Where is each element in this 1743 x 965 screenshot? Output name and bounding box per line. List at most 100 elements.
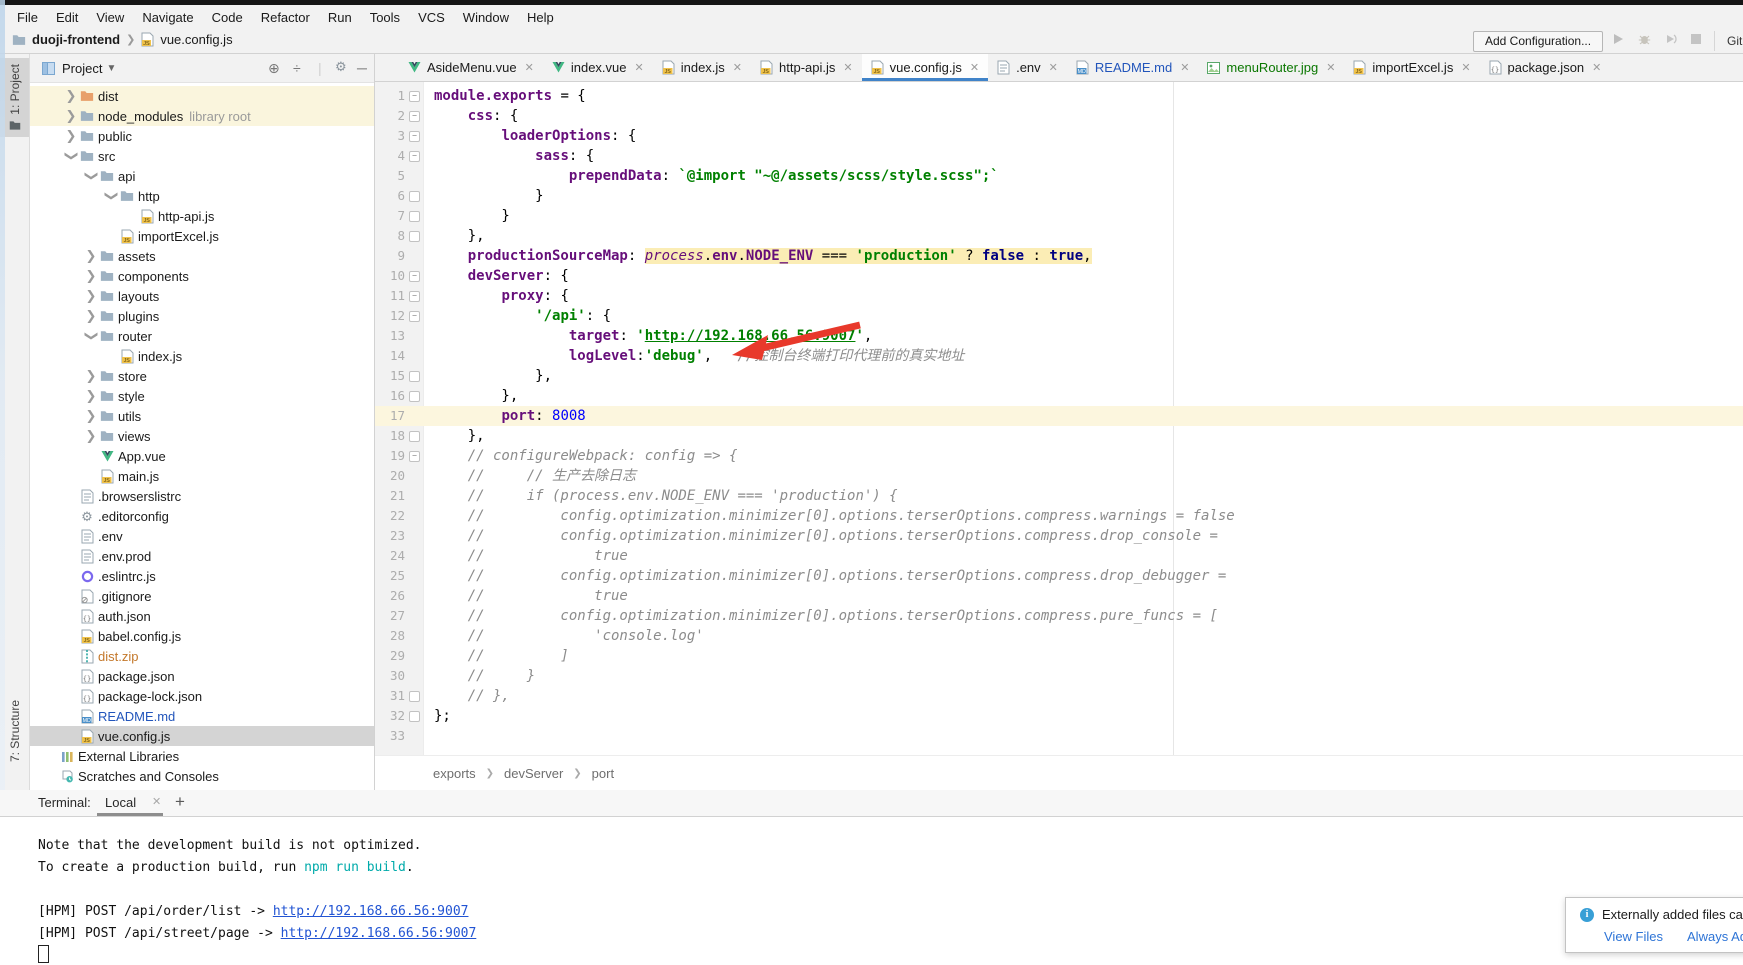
close-icon[interactable]: ✕ <box>1592 61 1601 74</box>
tree-item--env-prod[interactable]: .env.prod <box>30 546 374 566</box>
chevron-collapsed-icon[interactable]: ❯ <box>84 368 98 384</box>
breadcrumb-port[interactable]: port <box>592 766 614 781</box>
breadcrumb-file[interactable]: vue.config.js <box>160 32 232 47</box>
tree-item-importexcel-js[interactable]: JSimportExcel.js <box>30 226 374 246</box>
chevron-expanded-icon[interactable]: ❯ <box>104 188 118 204</box>
tree-item-package-json[interactable]: {}package.json <box>30 666 374 686</box>
notification-action-always-add[interactable]: Always Add <box>1687 929 1743 944</box>
chevron-collapsed-icon[interactable]: ❯ <box>84 288 98 304</box>
code-line-10[interactable]: 10− devServer: { <box>375 266 1743 286</box>
close-icon[interactable]: ✕ <box>525 61 534 74</box>
tree-item--gitignore[interactable]: .gitignore <box>30 586 374 606</box>
menu-vcs[interactable]: VCS <box>409 7 454 28</box>
code-line-9[interactable]: 9 productionSourceMap: process.env.NODE_… <box>375 246 1743 266</box>
code-line-14[interactable]: 14 logLevel:'debug', //控制台终端打印代理前的真实地址 <box>375 346 1743 366</box>
fold-marker-icon[interactable]: − <box>405 106 424 126</box>
editor-tab-vue-config-js[interactable]: JSvue.config.js✕ <box>862 54 988 81</box>
fold-marker-icon[interactable]: − <box>405 86 424 106</box>
menu-code[interactable]: Code <box>203 7 252 28</box>
close-icon[interactable]: ✕ <box>970 61 979 74</box>
editor-tab-importexcel-js[interactable]: JSimportExcel.js✕ <box>1344 54 1479 81</box>
fold-marker-icon[interactable]: − <box>405 446 424 466</box>
tree-item-babel-config-js[interactable]: JSbabel.config.js <box>30 626 374 646</box>
chevron-collapsed-icon[interactable]: ❯ <box>64 108 78 124</box>
close-icon[interactable]: ✕ <box>1461 61 1470 74</box>
code-line-16[interactable]: 16 }, <box>375 386 1743 406</box>
code-line-2[interactable]: 2− css: { <box>375 106 1743 126</box>
tree-item-index-js[interactable]: JSindex.js <box>30 346 374 366</box>
tree-item-api[interactable]: ❯api <box>30 166 374 186</box>
editor-tab-http-api-js[interactable]: JShttp-api.js✕ <box>751 54 862 81</box>
tree-item-layouts[interactable]: ❯layouts <box>30 286 374 306</box>
code-line-15[interactable]: 15 }, <box>375 366 1743 386</box>
new-terminal-icon[interactable]: + <box>175 792 185 812</box>
code-line-24[interactable]: 24 // true <box>375 546 1743 566</box>
code-line-30[interactable]: 30 // } <box>375 666 1743 686</box>
collapse-all-icon[interactable]: ÷ <box>293 60 301 76</box>
chevron-collapsed-icon[interactable]: ❯ <box>84 408 98 424</box>
code-line-6[interactable]: 6 } <box>375 186 1743 206</box>
tree-item-external-libraries[interactable]: External Libraries <box>30 746 374 766</box>
editor-tab-asidemenu-vue[interactable]: AsideMenu.vue✕ <box>399 54 543 81</box>
code-line-11[interactable]: 11− proxy: { <box>375 286 1743 306</box>
menu-navigate[interactable]: Navigate <box>133 7 202 28</box>
close-icon[interactable]: ✕ <box>152 795 161 808</box>
editor-tab-index-vue[interactable]: index.vue✕ <box>543 54 653 81</box>
code-line-20[interactable]: 20 // // 生产去除日志 <box>375 466 1743 486</box>
close-icon[interactable]: ✕ <box>1326 61 1335 74</box>
chevron-collapsed-icon[interactable]: ❯ <box>84 428 98 444</box>
add-configuration-button[interactable]: Add Configuration... <box>1473 31 1603 52</box>
chevron-down-icon[interactable]: ▼ <box>106 63 116 74</box>
editor-tab-package-json[interactable]: {}package.json✕ <box>1480 54 1611 81</box>
run-with-coverage-icon[interactable] <box>1665 33 1677 45</box>
tree-item-vue-config-js[interactable]: JSvue.config.js <box>30 726 374 746</box>
close-icon[interactable]: ✕ <box>1049 61 1058 74</box>
menu-view[interactable]: View <box>87 7 133 28</box>
code-line-22[interactable]: 22 // config.optimization.minimizer[0].o… <box>375 506 1743 526</box>
code-line-28[interactable]: 28 // 'console.log' <box>375 626 1743 646</box>
tree-item-dist-zip[interactable]: dist.zip <box>30 646 374 666</box>
menu-window[interactable]: Window <box>454 7 518 28</box>
code-line-23[interactable]: 23 // config.optimization.minimizer[0].o… <box>375 526 1743 546</box>
tree-item-public[interactable]: ❯public <box>30 126 374 146</box>
fold-marker-icon[interactable] <box>405 226 424 246</box>
chevron-expanded-icon[interactable]: ❯ <box>84 328 98 344</box>
code-line-27[interactable]: 27 // config.optimization.minimizer[0].o… <box>375 606 1743 626</box>
tree-item-auth-json[interactable]: {}auth.json <box>30 606 374 626</box>
tree-item-app-vue[interactable]: App.vue <box>30 446 374 466</box>
fold-marker-icon[interactable] <box>405 366 424 386</box>
fold-marker-icon[interactable]: − <box>405 146 424 166</box>
tree-item-utils[interactable]: ❯utils <box>30 406 374 426</box>
code-line-17[interactable]: 17 port: 8008 <box>375 406 1743 426</box>
chevron-collapsed-icon[interactable]: ❯ <box>84 308 98 324</box>
close-icon[interactable]: ✕ <box>1180 61 1189 74</box>
breadcrumb-devServer[interactable]: devServer <box>504 766 563 781</box>
code-line-7[interactable]: 7 } <box>375 206 1743 226</box>
fold-marker-icon[interactable] <box>405 426 424 446</box>
code-line-18[interactable]: 18 }, <box>375 426 1743 446</box>
menu-edit[interactable]: Edit <box>47 7 87 28</box>
code-area[interactable]: 1−module.exports = {2− css: {3− loaderOp… <box>375 82 1743 755</box>
tree-item-style[interactable]: ❯style <box>30 386 374 406</box>
chevron-expanded-icon[interactable]: ❯ <box>64 148 78 164</box>
editor-tab-index-js[interactable]: JSindex.js✕ <box>653 54 751 81</box>
fold-marker-icon[interactable]: − <box>405 266 424 286</box>
tree-item-plugins[interactable]: ❯plugins <box>30 306 374 326</box>
tree-item--env[interactable]: .env <box>30 526 374 546</box>
tree-item-router[interactable]: ❯router <box>30 326 374 346</box>
tree-item-store[interactable]: ❯store <box>30 366 374 386</box>
code-line-21[interactable]: 21 // if (process.env.NODE_ENV === 'prod… <box>375 486 1743 506</box>
fold-marker-icon[interactable]: − <box>405 286 424 306</box>
menu-tools[interactable]: Tools <box>361 7 409 28</box>
debug-icon[interactable] <box>1638 33 1651 45</box>
code-line-4[interactable]: 4− sass: { <box>375 146 1743 166</box>
editor-tab-menurouter-jpg[interactable]: menuRouter.jpg✕ <box>1198 54 1344 81</box>
code-line-29[interactable]: 29 // ] <box>375 646 1743 666</box>
code-line-26[interactable]: 26 // true <box>375 586 1743 606</box>
tree-item-views[interactable]: ❯views <box>30 426 374 446</box>
code-line-13[interactable]: 13 target: 'http://192.168.66.56:9007', <box>375 326 1743 346</box>
chevron-collapsed-icon[interactable]: ❯ <box>84 248 98 264</box>
breadcrumb-project[interactable]: duoji-frontend <box>32 32 120 47</box>
terminal-tab-local[interactable]: Local <box>105 795 136 810</box>
breadcrumb-exports[interactable]: exports <box>433 766 476 781</box>
